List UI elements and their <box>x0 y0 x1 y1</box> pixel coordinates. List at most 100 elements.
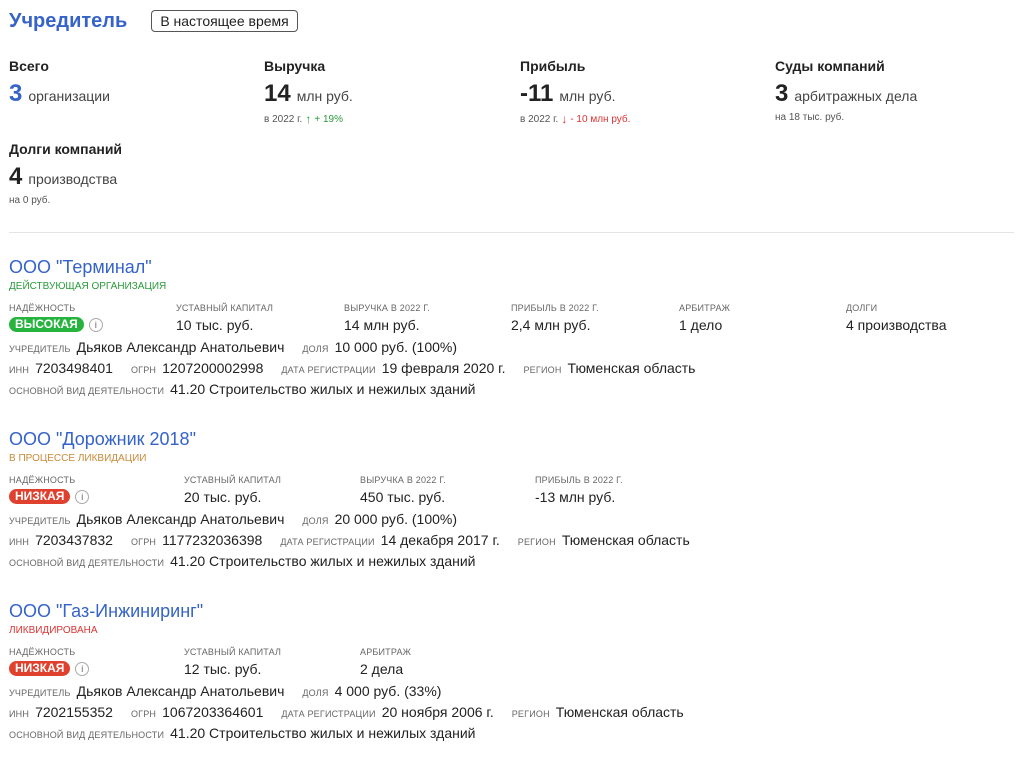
founder-row: Учредитель Дьяков Александр Анатольевич … <box>9 339 1014 360</box>
stat-value[interactable]: 3 <box>9 80 22 108</box>
company-card: ООО "Терминал" Действующая организация Н… <box>9 257 1014 402</box>
row-label: Дата регистрации <box>281 365 376 375</box>
metric-value[interactable]: 1 дело <box>679 317 730 333</box>
registry-row: ИНН 7203437832 ОГРН 1177232036398 Дата р… <box>9 532 1014 553</box>
row-label: Основной вид деятельности <box>9 386 165 396</box>
founder-row: Учредитель Дьяков Александр Анатольевич … <box>9 511 1014 532</box>
activity-row: Основной вид деятельности 41.20 Строител… <box>9 381 1014 402</box>
period-button[interactable]: В настоящее время <box>151 10 298 32</box>
stat-sub: в 2022 г. ↓ - 10 млн руб. <box>520 112 760 126</box>
inn-value: 7203437832 <box>35 532 113 548</box>
activity-row: Основной вид деятельности 41.20 Строител… <box>9 553 1014 574</box>
header: Учредитель В настоящее время <box>9 8 298 34</box>
metric-value: 14 млн руб. <box>344 317 420 333</box>
info-icon[interactable]: i <box>75 489 90 504</box>
company-metrics: Надёжность НИЗКАЯ i Уставный капитал 20 … <box>9 475 1014 507</box>
row-label: Дата регистрации <box>281 709 376 719</box>
region-value: Тюменская область <box>555 704 684 720</box>
activity-row: Основной вид деятельности 41.20 Строител… <box>9 725 1014 746</box>
stat-value: 3 <box>775 80 789 107</box>
ogrn-value: 1207200002998 <box>162 360 264 376</box>
company-metrics: Надёжность ВЫСОКАЯ i Уставный капитал 10… <box>9 303 1014 335</box>
metric-capital: Уставный капитал 20 тыс. руб. <box>184 475 281 505</box>
metric-label: Прибыль в 2022 г. <box>511 303 599 313</box>
inn-value: 7202155352 <box>35 704 113 720</box>
metric-debts: Долги 4 производства <box>846 303 946 333</box>
stat-label: Выручка <box>264 58 326 74</box>
metric-arbitration: Арбитраж 2 дела <box>360 647 411 677</box>
stat-value: 14 <box>264 80 291 107</box>
ogrn-value: 1067203364601 <box>162 704 264 720</box>
metric-value[interactable]: 4 производства <box>846 317 946 333</box>
metric-label: Уставный капитал <box>184 475 282 485</box>
activity-value: 41.20 Строительство жилых и нежилых здан… <box>170 381 476 397</box>
stat-courts: Суды компаний 3 арбитражных дела на 18 т… <box>775 58 1015 123</box>
activity-value: 41.20 Строительство жилых и нежилых здан… <box>170 553 476 569</box>
company-name-link[interactable]: ООО "Терминал" <box>9 257 1014 278</box>
activity-value: 41.20 Строительство жилых и нежилых здан… <box>170 725 476 741</box>
company-name-link[interactable]: ООО "Газ-Инжиниринг" <box>9 601 1014 622</box>
founder-name[interactable]: Дьяков Александр Анатольевич <box>77 339 285 355</box>
metric-revenue: Выручка в 2022 г. 450 тыс. руб. <box>360 475 446 505</box>
founder-row: Учредитель Дьяков Александр Анатольевич … <box>9 683 1014 704</box>
stat-value: -11 <box>520 80 554 107</box>
stat-period: в 2022 г. <box>520 113 559 125</box>
metric-label: Надёжность <box>9 475 76 485</box>
metric-profit: Прибыль в 2022 г. -13 млн руб. <box>535 475 623 505</box>
metric-profit: Прибыль в 2022 г. 2,4 млн руб. <box>511 303 599 333</box>
registry-row: ИНН 7202155352 ОГРН 1067203364601 Дата р… <box>9 704 1014 725</box>
row-label: ОГРН <box>130 709 157 719</box>
stat-label: Всего <box>9 58 49 74</box>
reg-date-value: 14 декабря 2017 г. <box>380 532 500 548</box>
row-label: доля <box>302 688 329 698</box>
metric-label: Арбитраж <box>360 647 412 657</box>
stat-unit: производства <box>28 171 118 187</box>
founder-share: 10 000 руб. (100%) <box>334 339 458 355</box>
row-label: Учредитель <box>9 688 71 698</box>
region-value: Тюменская область <box>567 360 696 376</box>
region-value: Тюменская область <box>561 532 690 548</box>
founder-name[interactable]: Дьяков Александр Анатольевич <box>77 683 285 699</box>
metric-label: Долги <box>846 303 878 313</box>
stat-period: в 2022 г. <box>264 113 303 125</box>
divider <box>9 232 1014 233</box>
stat-unit: арбитражных дела <box>794 88 918 104</box>
metric-label: Уставный капитал <box>176 303 274 313</box>
info-icon[interactable]: i <box>75 661 90 676</box>
metric-reliability: Надёжность ВЫСОКАЯ i <box>9 303 103 332</box>
page-title: Учредитель <box>9 9 128 32</box>
stat-debts: Долги компаний 4 производства на 0 руб. <box>9 141 249 206</box>
metric-label: Выручка в 2022 г. <box>360 475 446 485</box>
stat-sub: на 0 руб. <box>9 195 51 206</box>
company-status: В процессе ликвидации <box>9 453 147 464</box>
metric-value: 2,4 млн руб. <box>511 317 591 333</box>
row-label: Регион <box>523 365 562 375</box>
company-name-link[interactable]: ООО "Дорожник 2018" <box>9 429 1014 450</box>
stat-unit: организации <box>28 88 110 104</box>
stat-label: Долги компаний <box>9 141 123 157</box>
stat-trend: - 10 млн руб. <box>570 113 631 125</box>
row-label: Дата регистрации <box>280 537 375 547</box>
stat-trend: + 19% <box>314 113 343 125</box>
stat-unit: млн руб. <box>559 88 616 104</box>
info-icon[interactable]: i <box>88 317 103 332</box>
ogrn-value: 1177232036398 <box>162 532 263 548</box>
metric-value[interactable]: 2 дела <box>360 661 411 677</box>
company-status: Ликвидирована <box>9 625 98 636</box>
metric-label: Уставный капитал <box>184 647 282 657</box>
metric-arbitration: Арбитраж 1 дело <box>679 303 730 333</box>
reg-date-value: 20 ноября 2006 г. <box>381 704 494 720</box>
stat-value: 4 <box>9 163 23 190</box>
reg-date-value: 19 февраля 2020 г. <box>381 360 506 376</box>
registry-row: ИНН 7203498401 ОГРН 1207200002998 Дата р… <box>9 360 1014 381</box>
metric-value: 450 тыс. руб. <box>360 489 446 505</box>
stat-profit: Прибыль -11 млн руб. в 2022 г. ↓ - 10 мл… <box>520 58 760 126</box>
stat-label: Прибыль <box>520 58 586 74</box>
metric-label: Арбитраж <box>679 303 731 313</box>
stat-label: Суды компаний <box>775 58 885 74</box>
founder-name[interactable]: Дьяков Александр Анатольевич <box>77 511 285 527</box>
inn-value: 7203498401 <box>35 360 113 376</box>
stat-revenue: Выручка 14 млн руб. в 2022 г. ↑ + 19% <box>264 58 504 126</box>
metric-value: -13 млн руб. <box>535 489 616 505</box>
row-label: доля <box>302 344 329 354</box>
